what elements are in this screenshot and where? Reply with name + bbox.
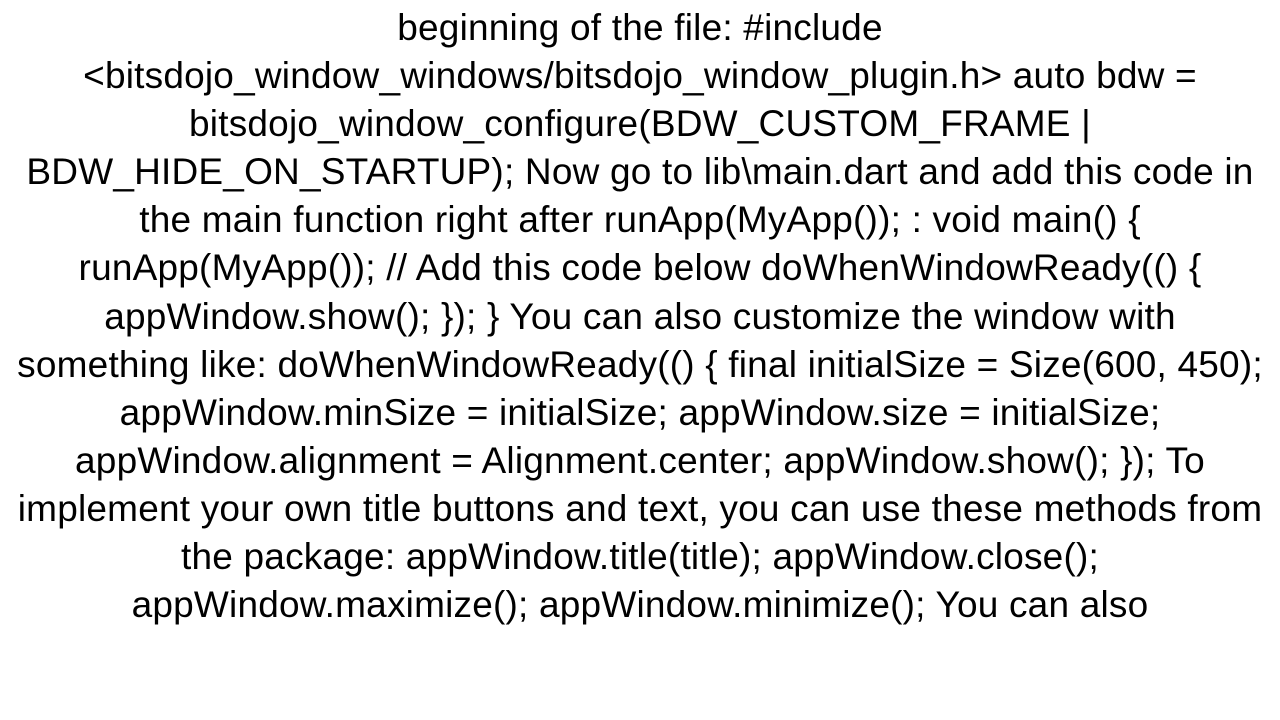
document-body: beginning of the file: #include <bitsdoj… bbox=[0, 0, 1280, 629]
